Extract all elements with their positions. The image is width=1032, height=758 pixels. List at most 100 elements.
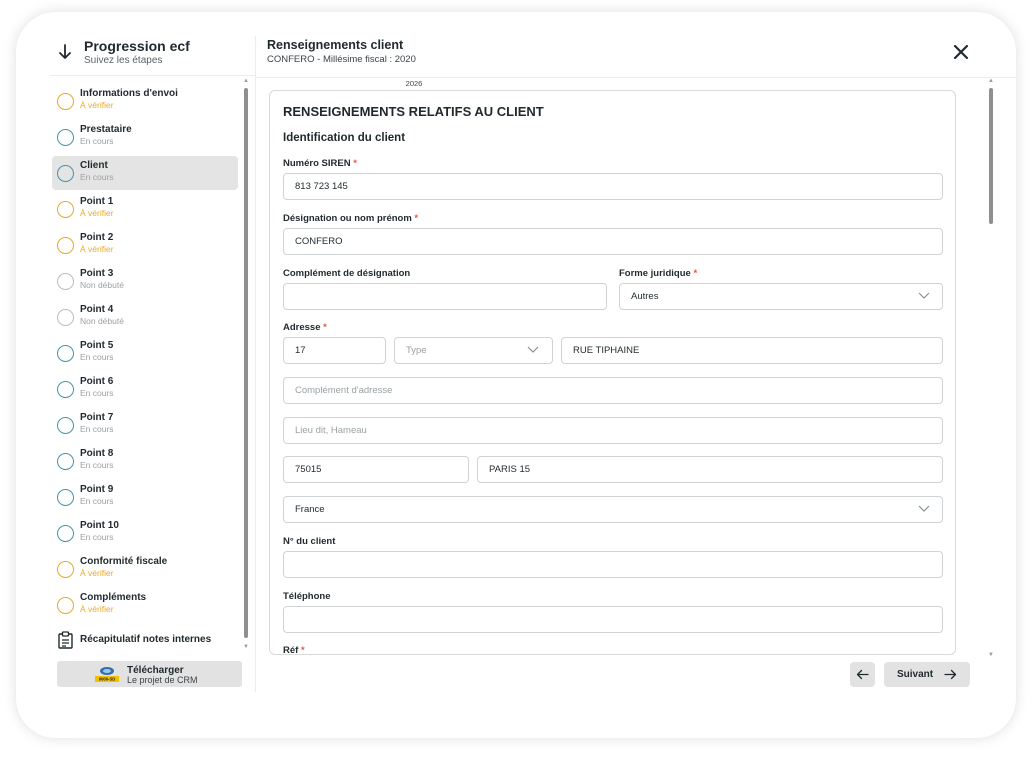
clipboard-icon — [58, 631, 73, 649]
sidebar-step-point-1[interactable]: Point 1À vérifier — [52, 192, 238, 226]
forme-juridique-value: Autres — [631, 291, 659, 302]
step-label: Point 1 — [80, 196, 114, 207]
forme-juridique-label: Forme juridique * — [619, 268, 698, 279]
sidebar-step-point-3[interactable]: Point 3 Non débuté — [52, 264, 238, 298]
adresse-numero-input[interactable]: 17 — [283, 337, 386, 364]
ecf-window: Progression ecf Suivez les étapes Inform… — [16, 12, 1016, 738]
telephone-label: Téléphone — [283, 591, 331, 602]
status-circle-icon — [57, 273, 74, 290]
ref-label: Réf * — [283, 645, 305, 655]
siren-input[interactable]: 813 723 145 — [283, 173, 943, 200]
status-circle-icon — [57, 309, 74, 326]
step-status: À vérifier — [80, 604, 114, 614]
scrollbar-thumb[interactable] — [989, 88, 993, 224]
step-status: En cours — [80, 172, 114, 182]
step-label: Client — [80, 160, 108, 171]
step-status: En cours — [80, 136, 114, 146]
sidebar-step-compl-ments[interactable]: Compléments À vérifier — [52, 588, 238, 622]
sidebar-step-point-5[interactable]: Point 5 En cours — [52, 336, 238, 370]
status-circle-icon — [57, 237, 74, 254]
step-status: À vérifier — [80, 208, 114, 218]
sidebar-step-informations-d-envoi[interactable]: Informations d'envoi À vérifier — [52, 84, 238, 118]
status-circle-icon — [57, 417, 74, 434]
sidebar-step-point-10[interactable]: Point 10 En cours — [52, 516, 238, 550]
close-icon[interactable] — [953, 44, 969, 60]
recap-notes-label: Récapitulatif notes internes — [80, 634, 212, 645]
back-button[interactable] — [850, 662, 875, 687]
sidebar-step-conformit-fiscale[interactable]: Conformité fiscale À vérifier — [52, 552, 238, 586]
step-label: Point 3 — [80, 268, 114, 279]
download-crm-button[interactable]: 0000-SD Télécharger Le projet de CRM — [57, 661, 242, 687]
complement-adresse-input[interactable]: Complément d'adresse — [283, 377, 943, 404]
ville-input[interactable]: PARIS 15 — [477, 456, 943, 483]
page-title: Renseignements client — [267, 38, 404, 52]
sidebar-step-point-9[interactable]: Point 9 En cours — [52, 480, 238, 514]
step-status: Non débuté — [80, 280, 124, 290]
sidebar-step-prestataire[interactable]: Prestataire En cours — [52, 120, 238, 154]
sidebar-step-client[interactable]: Client En cours — [52, 156, 238, 190]
telephone-input[interactable] — [283, 606, 943, 633]
scrollbar-thumb[interactable] — [244, 88, 248, 638]
step-label: Point 2 — [80, 232, 114, 243]
step-status: En cours — [80, 460, 114, 470]
status-circle-icon — [57, 345, 74, 362]
scroll-down-arrow-icon[interactable]: ▼ — [243, 644, 249, 650]
complement-designation-input[interactable] — [283, 283, 607, 310]
step-label: Point 6 — [80, 376, 114, 387]
step-label: Conformité fiscale — [80, 556, 168, 567]
code-postal-input[interactable]: 75015 — [283, 456, 469, 483]
main-header: Renseignements client CONFERO - Millésim… — [267, 38, 416, 65]
sidebar-step-point-6[interactable]: Point 6 En cours — [52, 372, 238, 406]
arrow-left-icon — [856, 669, 869, 680]
siren-label: Numéro SIREN * — [283, 158, 357, 169]
sidebar-step-point-2[interactable]: Point 2À vérifier — [52, 228, 238, 262]
status-circle-icon — [57, 489, 74, 506]
step-status: À vérifier — [80, 568, 114, 578]
status-circle-icon — [57, 561, 74, 578]
chevron-down-icon — [918, 505, 930, 512]
numero-client-input[interactable] — [283, 551, 943, 578]
chevron-down-icon — [918, 292, 930, 299]
step-label: Point 10 — [80, 520, 119, 531]
status-circle-icon — [57, 93, 74, 110]
designation-input[interactable]: CONFERO — [283, 228, 943, 255]
pays-value: France — [295, 504, 325, 515]
page-subtitle: CONFERO - Millésime fiscal : 2020 — [267, 54, 416, 65]
adresse-type-select[interactable]: Type — [394, 337, 553, 364]
chevron-down-icon — [527, 346, 539, 353]
forme-juridique-select[interactable]: Autres — [619, 283, 943, 310]
subsection-title: Identification du client — [283, 132, 406, 144]
step-label: Point 9 — [80, 484, 114, 495]
scroll-down-arrow-icon[interactable]: ▼ — [988, 652, 994, 658]
status-circle-icon — [57, 201, 74, 218]
scroll-up-arrow-icon[interactable]: ▲ — [988, 78, 994, 84]
adresse-voie-input[interactable]: RUE TIPHAINE — [561, 337, 943, 364]
scroll-up-arrow-icon[interactable]: ▲ — [243, 78, 249, 84]
progress-sidebar: Progression ecf Suivez les étapes Inform… — [50, 12, 255, 738]
step-status: En cours — [80, 496, 114, 506]
client-form: RENSEIGNEMENTS RELATIFS AU CLIENT Identi… — [269, 90, 956, 655]
sidebar-step-point-7[interactable]: Point 7 En cours — [52, 408, 238, 442]
next-button-label: Suivant — [897, 669, 934, 680]
sidebar-item-recap-notes[interactable]: Récapitulatif notes internes — [52, 624, 238, 658]
next-button[interactable]: Suivant — [884, 662, 970, 687]
lieu-dit-input[interactable]: Lieu dit, Hameau — [283, 417, 943, 444]
step-status: En cours — [80, 388, 114, 398]
step-status: En cours — [80, 352, 114, 362]
step-label: Informations d'envoi — [80, 88, 178, 99]
step-label: Point 5 — [80, 340, 114, 351]
arrow-right-icon — [944, 669, 957, 680]
form-scrollbar[interactable]: ▲ ▼ — [987, 78, 995, 658]
step-label: Point 8 — [80, 448, 114, 459]
download-subtitle: Le projet de CRM — [127, 675, 198, 685]
sidebar-step-point-4[interactable]: Point 4 Non débuté — [52, 300, 238, 334]
sidebar-scrollbar[interactable]: ▲ ▼ — [243, 78, 249, 650]
sidebar-step-point-8[interactable]: Point 8 En cours — [52, 444, 238, 478]
step-label: Point 7 — [80, 412, 114, 423]
pays-select[interactable]: France — [283, 496, 943, 523]
status-circle-icon — [57, 597, 74, 614]
status-circle-icon — [57, 165, 74, 182]
step-status: En cours — [80, 532, 114, 542]
adresse-type-placeholder: Type — [406, 345, 427, 356]
step-status: Non débuté — [80, 316, 124, 326]
